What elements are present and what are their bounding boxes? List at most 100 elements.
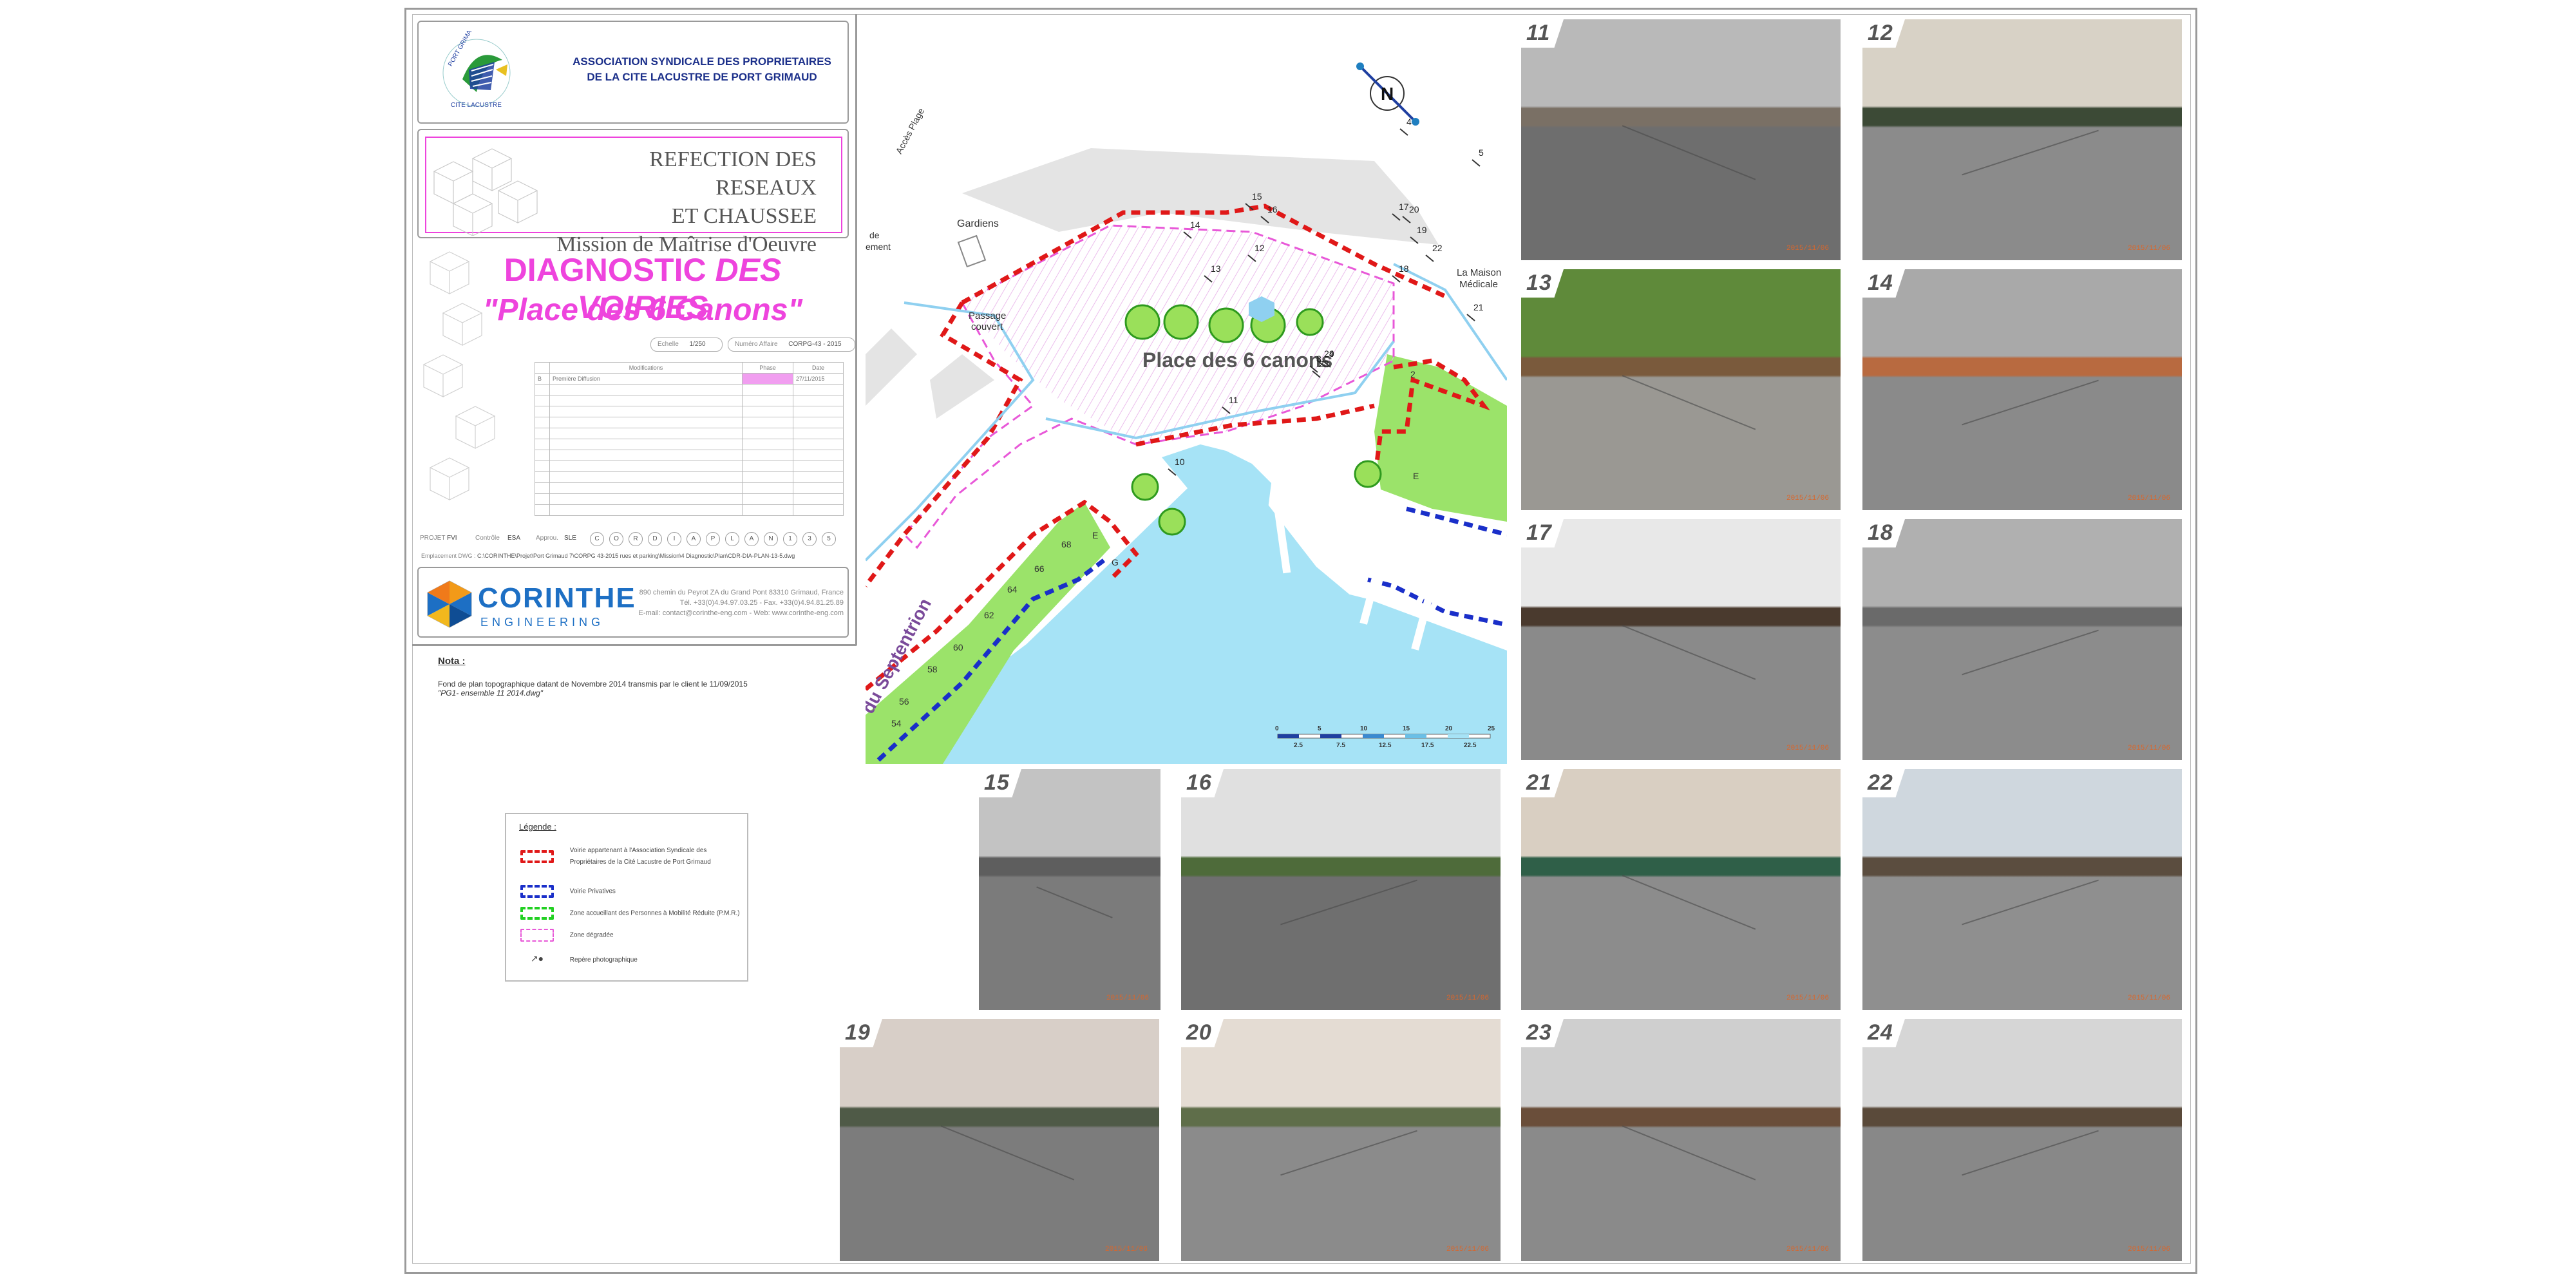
photo-number: 24 [1868, 1020, 1893, 1045]
scale-subtick: 7.5 [1336, 742, 1345, 749]
parcel-64: 64 [1007, 584, 1018, 594]
photo-marker-12: 12 [1255, 243, 1265, 253]
place-name: Place des 6 canons [1142, 348, 1332, 372]
site-photo-19: 19 2015/11/06 [840, 1019, 1159, 1261]
projet-value: FVI [447, 535, 457, 542]
code-letter: R [629, 532, 643, 546]
photo-date-stamp: 2015/11/06 [2127, 495, 2170, 502]
pavement-crack [1961, 1130, 2099, 1176]
parcel-2: 2 [1410, 369, 1416, 379]
legend-item-degraded: Zone dégradée [520, 929, 614, 942]
address-line1: 890 chemin du Peyrot ZA du Grand Pont 83… [639, 589, 844, 596]
scale-subtick: 12.5 [1379, 742, 1392, 749]
scale-subtick: 17.5 [1421, 742, 1434, 749]
photo-number-badge: 12 [1862, 19, 1905, 48]
photo-number: 16 [1186, 770, 1212, 795]
file-path-row: Emplacement DWG : C:\CORINTHE\Projet\Por… [421, 553, 846, 559]
photo-marker-11: 11 [1229, 395, 1238, 405]
legend-label-private: Voirie Privatives [569, 888, 616, 895]
col-date: Date [793, 362, 844, 374]
photo-date-stamp: 2015/11/06 [1786, 745, 1829, 752]
parcel-66: 66 [1034, 564, 1045, 574]
photo-number-badge: 22 [1862, 769, 1905, 797]
scale-bar [1277, 734, 1491, 739]
pavement-crack [1622, 374, 1756, 430]
info-row: Echelle 1/250 Numéro Affaire CORPG-43 - … [650, 338, 855, 352]
maison-medicale-label-1: La Maison [1457, 267, 1501, 278]
row1-phase [742, 373, 793, 385]
photo-marker-9: 9 [1329, 348, 1334, 359]
association-line1: ASSOCIATION SYNDICALE DES PROPRIETAIRES [573, 55, 831, 68]
photo-marker-18: 18 [1399, 263, 1409, 274]
code-letter: O [609, 532, 623, 546]
parcel-56: 56 [899, 696, 909, 707]
passage-couvert-label-1: Passage [969, 310, 1006, 321]
col-modifications: Modifications [549, 362, 743, 374]
site-photo-23: 23 2015/11/06 [1521, 1019, 1841, 1261]
photo-number-badge: 19 [840, 1019, 882, 1047]
site-photo-16: 16 2015/11/06 [1181, 769, 1501, 1010]
photo-date-stamp: 2015/11/06 [2127, 745, 2170, 752]
photo-marker-5: 5 [1479, 147, 1484, 158]
photo-number-badge: 15 [979, 769, 1021, 797]
site-photo-15: 15 2015/11/06 [979, 769, 1160, 1010]
legend-item-private: Voirie Privatives [520, 885, 616, 898]
pavement-crack [1961, 379, 2099, 426]
parcel-60: 60 [953, 642, 963, 652]
photo-number-badge: 14 [1862, 269, 1905, 298]
row1-index: B [535, 373, 550, 385]
legend-swatch-red [520, 850, 554, 863]
note-line1: Fond de plan topographique datant de Nov… [438, 680, 748, 689]
photo-marker-14: 14 [1190, 220, 1200, 230]
legend-label-degraded: Zone dégradée [569, 931, 614, 939]
legend-item-photo: ↗● Repère photographique [520, 953, 638, 964]
parking-label-de: de [869, 230, 880, 240]
approuve-label: Approu. [536, 535, 559, 542]
file-path-value: C:\CORINTHE\Projet\Port Grimaud 7\CORPG … [477, 553, 795, 559]
pavement-crack [1036, 886, 1113, 918]
legend-swatch-pink [520, 929, 554, 942]
col-index [535, 362, 550, 374]
photo-date-stamp: 2015/11/06 [1786, 994, 1829, 1002]
north-label: N [1381, 84, 1394, 104]
pavement-crack [1622, 874, 1756, 930]
file-path-label: Emplacement DWG : [421, 553, 476, 559]
diagnostic-subtitle: "Place des 6 Canons" [482, 293, 803, 327]
site-photo-12: 12 2015/11/06 [1862, 19, 2182, 260]
parcel-54: 54 [891, 718, 902, 728]
photo-marker-icon: ↗● [530, 953, 544, 964]
photo-number: 19 [845, 1020, 871, 1045]
code-letter: A [687, 532, 701, 546]
code-letter: N [764, 532, 778, 546]
company-name: CORINTHE [478, 582, 636, 614]
note-line2: "PG1- ensemble 11 2014.dwg" [438, 689, 544, 698]
photo-number-badge: 23 [1521, 1019, 1564, 1047]
legend-title: Légende : [519, 822, 556, 832]
photo-marker-20: 20 [1409, 204, 1419, 214]
photo-date-stamp: 2015/11/06 [1786, 495, 1829, 502]
code-letter: C [590, 532, 604, 546]
code-letter: 5 [822, 532, 836, 546]
company-sub: ENGINEERING [480, 616, 605, 629]
vertical-divider [855, 14, 857, 645]
diagnostic-title-a: DIAGNOSTIC [504, 252, 715, 288]
legend-item-association: Voirie appartenant à l'Association Syndi… [520, 845, 711, 868]
code-letter: A [744, 532, 759, 546]
address-line2: Tél. +33(0)4.94.97.03.25 - Fax. +33(0)4.… [679, 599, 844, 607]
project-block: REFECTION DES RESEAUX ET CHAUSSEE Missio… [417, 129, 849, 256]
legend-swatch-blue [520, 885, 554, 898]
site-photo-17: 17 2015/11/06 [1521, 519, 1841, 760]
site-photo-18: 18 2015/11/06 [1862, 519, 2182, 760]
stamp-row: PROJET FVI Contrôle ESA Approu. SLE CORD… [417, 532, 849, 547]
project-line2: ET CHAUSSEE [671, 204, 817, 228]
photo-number-badge: 11 [1521, 19, 1564, 48]
zone-letter-e: E [1413, 471, 1419, 481]
approuve-value: SLE [564, 535, 576, 542]
site-plan-map: N 0 5 10 15 20 252.5 7.5 12.5 17.5 22.5 Place des… [866, 19, 1507, 764]
cube-pattern [433, 148, 538, 236]
code-letter: 1 [783, 532, 797, 546]
photo-number: 14 [1868, 271, 1893, 295]
project-line1: REFECTION DES RESEAUX [649, 147, 817, 200]
horizontal-divider [412, 644, 857, 646]
parcel-58: 58 [927, 664, 938, 674]
